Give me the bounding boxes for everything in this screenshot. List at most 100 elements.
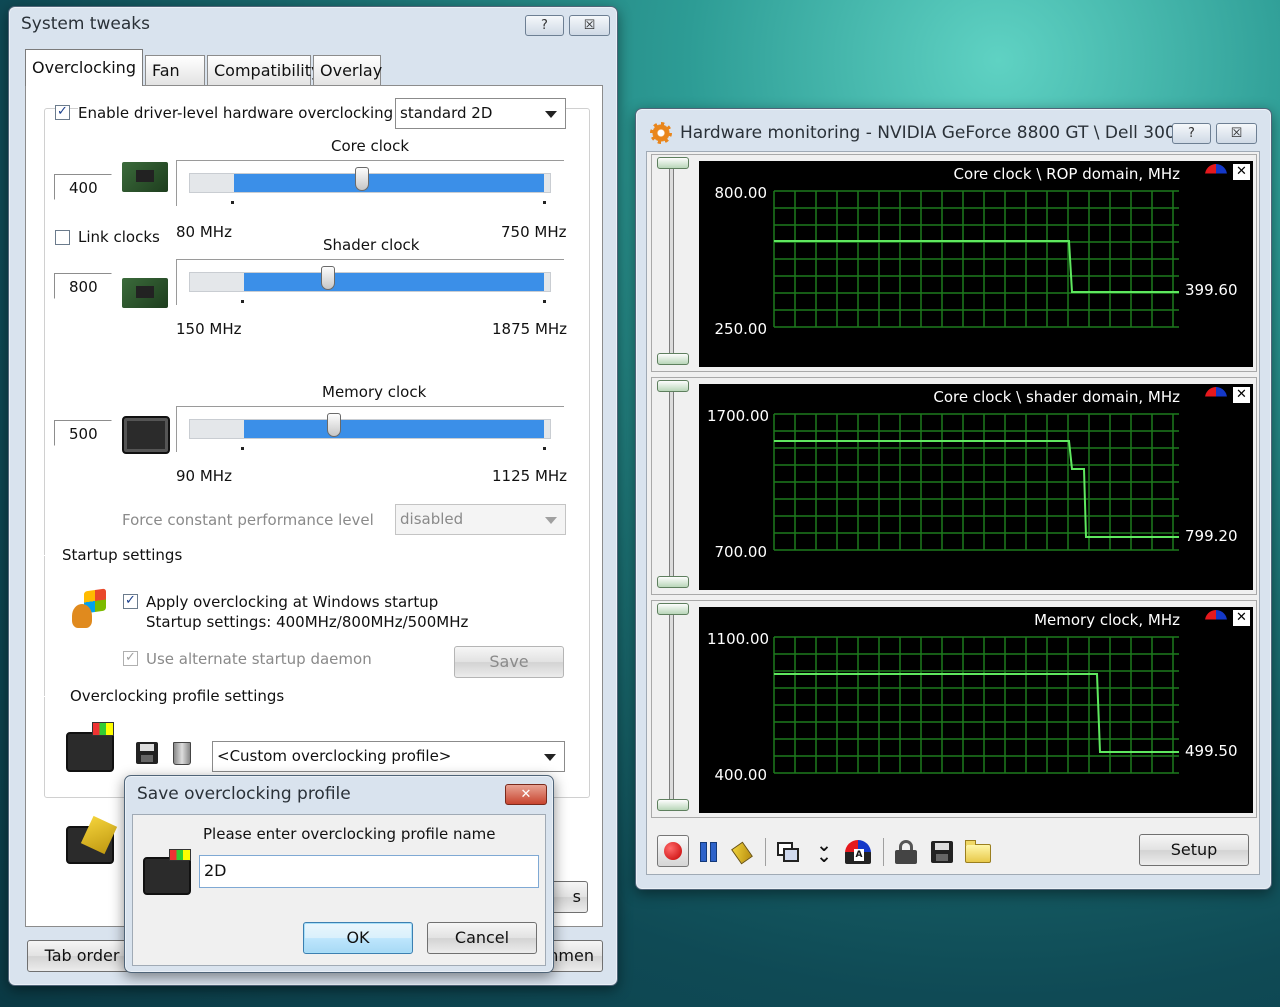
floppy-save-icon[interactable]: [136, 742, 158, 764]
graph-current-value: 799.20: [1185, 527, 1238, 545]
dialog-close-button[interactable]: ✕: [505, 784, 547, 805]
graph-max-label: 1100.00: [707, 630, 770, 648]
window-title: System tweaks: [21, 14, 150, 34]
graph-max-label: 800.00: [714, 184, 768, 202]
broom-icon[interactable]: [731, 841, 753, 865]
enable-overclocking-checkbox[interactable]: ✓: [55, 105, 70, 120]
gpu-chip-icon: [122, 162, 168, 192]
gauge-icon[interactable]: A: [845, 840, 871, 864]
setup-button[interactable]: Setup: [1139, 834, 1249, 866]
shader-clock-fill: [244, 273, 544, 291]
shader-clock-thumb[interactable]: [321, 266, 335, 290]
profile-chip-icon: [66, 722, 114, 772]
profile-select-value: <Custom overclocking profile>: [217, 747, 452, 765]
graph-current-value: 499.50: [1185, 742, 1238, 760]
memory-clock-fill: [244, 420, 544, 438]
memory-clock-value[interactable]: 500: [54, 420, 112, 446]
graph-scale-slider-1[interactable]: [657, 157, 689, 367]
windows-startup-icon: [72, 588, 106, 630]
pause-icon[interactable]: [699, 842, 719, 862]
core-clock-value[interactable]: 400: [54, 174, 112, 200]
alternate-daemon-checkbox: ✓: [123, 651, 138, 666]
profile-name-input[interactable]: 2D: [199, 855, 539, 888]
graph-grid: [773, 190, 1179, 328]
apply-at-startup-label: Apply overclocking at Windows startup: [146, 593, 439, 611]
windows-copy-icon[interactable]: [777, 842, 801, 864]
monitor-client: Core clock \ ROP domain, MHz ✕ 800.00 25…: [646, 151, 1260, 875]
monitor-close-button[interactable]: ☒: [1216, 123, 1257, 144]
memory-clock-slider[interactable]: [176, 406, 564, 452]
graph-close-icon[interactable]: ✕: [1233, 164, 1250, 180]
graph-memory: Memory clock, MHz ✕ 1100.00 400.00 499.5…: [699, 607, 1253, 813]
save-log-icon[interactable]: [931, 841, 953, 863]
ok-button[interactable]: OK: [303, 922, 413, 954]
force-performance-label: Force constant performance level: [122, 511, 374, 529]
shader-clock-value[interactable]: 800: [54, 273, 112, 299]
monitor-help-button[interactable]: ?: [1172, 123, 1211, 144]
core-clock-thumb[interactable]: [355, 167, 369, 191]
core-clock-slider[interactable]: [176, 160, 564, 206]
shader-clock-min: 150 MHz: [176, 320, 242, 338]
dialog-title: Save overclocking profile: [137, 784, 351, 804]
memory-clock-thumb[interactable]: [327, 413, 341, 437]
graph-min-label: 700.00: [714, 543, 768, 561]
dialog-chip-icon: [143, 849, 191, 895]
graph-close-icon[interactable]: ✕: [1233, 387, 1250, 403]
startup-settings-header: Startup settings: [56, 546, 189, 564]
link-clocks-checkbox[interactable]: [55, 230, 70, 245]
trash-delete-icon[interactable]: [173, 742, 191, 765]
apply-at-startup-checkbox[interactable]: ✓: [123, 594, 138, 609]
core-clock-min: 80 MHz: [176, 223, 232, 241]
shader-clock-max: 1875 MHz: [492, 320, 568, 338]
record-icon: [664, 842, 682, 860]
graph-title: Memory clock, MHz: [1034, 611, 1180, 629]
tab-label: Overclocking: [32, 58, 136, 77]
dialog-prompt: Please enter overclocking profile name: [203, 825, 496, 843]
toolbar-separator: [765, 838, 766, 866]
mode-select[interactable]: standard 2D: [395, 98, 566, 129]
graph-core-shader: Core clock \ shader domain, MHz ✕ 1700.0…: [699, 384, 1253, 590]
alternate-daemon-label: Use alternate startup daemon: [146, 650, 372, 668]
folder-icon[interactable]: [965, 840, 991, 863]
graph-scale-slider-2[interactable]: [657, 380, 689, 590]
tab-overlay[interactable]: Overlay: [313, 55, 383, 85]
tab-label: Overlay: [320, 61, 383, 80]
graph-min-label: 250.00: [714, 320, 768, 338]
chevron-down-icon: [545, 111, 557, 118]
tab-compatibility[interactable]: Compatibility: [207, 55, 320, 85]
collapse-chevrons-icon[interactable]: ⌄ ⌄: [813, 837, 835, 866]
record-button[interactable]: [657, 835, 689, 867]
close-button[interactable]: ☒: [569, 15, 610, 36]
hardware-monitoring-window: Hardware monitoring - NVIDIA GeForce 880…: [635, 108, 1272, 890]
core-clock-max: 750 MHz: [501, 223, 567, 241]
shader-clock-slider[interactable]: [176, 259, 564, 305]
tab-order-button[interactable]: Tab order: [27, 940, 137, 972]
tab-overclocking[interactable]: Overclocking: [25, 49, 143, 86]
help-button[interactable]: ?: [525, 15, 564, 36]
graph-close-icon[interactable]: ✕: [1233, 610, 1250, 626]
profile-select[interactable]: <Custom overclocking profile>: [212, 741, 565, 772]
magnet-icon[interactable]: [1205, 164, 1227, 183]
link-clocks-label: Link clocks: [78, 228, 160, 246]
core-clock-title: Core clock: [331, 137, 410, 155]
lock-icon[interactable]: [895, 840, 917, 864]
graph-line: [774, 673, 1179, 753]
cancel-button[interactable]: Cancel: [427, 922, 537, 954]
graph-current-value: 399.60: [1185, 281, 1238, 299]
graph-scale-slider-3[interactable]: [657, 603, 689, 813]
monitor-title: Hardware monitoring - NVIDIA GeForce 880…: [680, 123, 1192, 143]
startup-settings-summary: Startup settings: 400MHz/800MHz/500MHz: [146, 613, 469, 631]
save-profile-dialog: Save overclocking profile ✕ Please enter…: [124, 775, 554, 973]
mode-select-value: standard 2D: [400, 104, 493, 122]
tab-fan[interactable]: Fan: [145, 55, 205, 85]
force-performance-select: disabled: [395, 504, 566, 535]
gear-icon: [650, 122, 672, 144]
magnet-icon[interactable]: [1205, 610, 1227, 629]
dialog-client: Please enter overclocking profile name 2…: [132, 814, 546, 966]
graph-grid: [773, 413, 1179, 551]
chevron-down-icon: [544, 754, 556, 761]
broom-chip-icon: [66, 815, 118, 864]
magnet-icon[interactable]: [1205, 387, 1227, 406]
profile-settings-header: Overclocking profile settings: [64, 687, 291, 705]
graph-min-label: 400.00: [714, 766, 768, 784]
